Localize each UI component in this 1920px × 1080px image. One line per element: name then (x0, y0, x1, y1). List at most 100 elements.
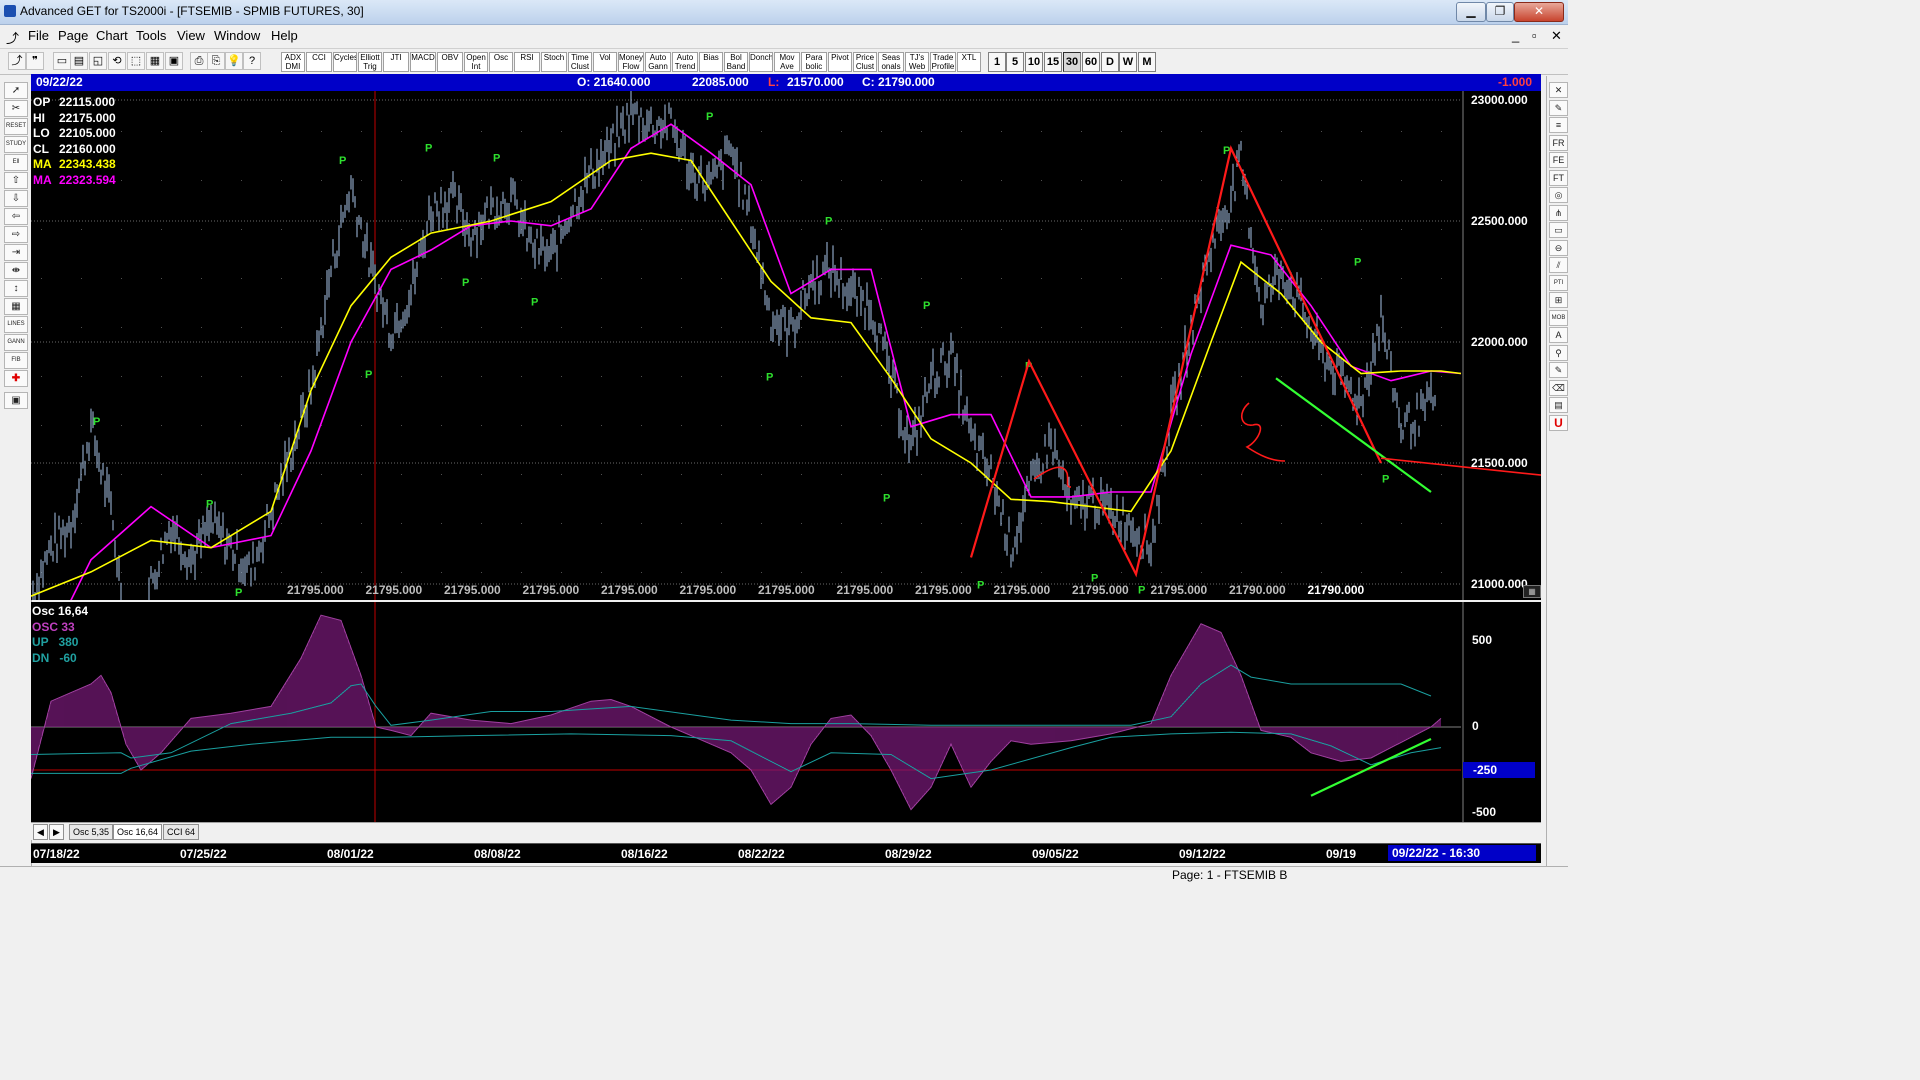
gann-grid-icon[interactable]: ⊞ (1549, 292, 1568, 308)
timeframe-button-30[interactable]: 30 (1063, 52, 1081, 72)
timeframe-button-10[interactable]: 10 (1025, 52, 1043, 72)
study-button-auto-trend[interactable]: Auto Trend (672, 52, 698, 72)
timeframe-button-m[interactable]: M (1138, 52, 1156, 72)
chart-settings-icon[interactable]: ▦ (1523, 585, 1541, 598)
mdi-close-button[interactable]: ✕ (1551, 28, 1562, 44)
tab-cci-64[interactable]: CCI 64 (163, 824, 200, 840)
compress-icon[interactable]: ⇥ (4, 244, 28, 261)
study-button-macd[interactable]: MACD (410, 52, 436, 72)
scroll-up-icon[interactable]: ⇧ (4, 172, 28, 189)
scroll-left-icon[interactable]: ⇦ (4, 208, 28, 225)
circle-tool-icon[interactable]: ◎ (1549, 187, 1568, 203)
timeframe-button-d[interactable]: D (1101, 52, 1119, 72)
mdi-minimize-button[interactable]: _ (1512, 28, 1519, 43)
oscillator-chart[interactable]: Osc 16,64 OSC 33 UP 380 DN -60 500 0 -250 -500 (31, 602, 1541, 822)
print-setup-icon[interactable]: ⎘ (207, 52, 225, 70)
tab-scroll-right[interactable]: ▶ (49, 824, 64, 840)
multi-line-icon[interactable]: ≡ (1549, 117, 1568, 133)
fib-icon[interactable]: FIB (4, 352, 28, 369)
zoom-icon[interactable]: ⚲ (1549, 344, 1568, 361)
study-button-mov-ave[interactable]: Mov Ave (774, 52, 800, 72)
fib-time-icon[interactable]: FT (1549, 169, 1568, 186)
app-menu-icon[interactable]: ⤴ (6, 28, 19, 47)
price-chart-canvas[interactable]: PPPPPPPPPPPPPPPPPPPPPP (31, 91, 1541, 600)
study-button-pivot[interactable]: Pivot (828, 52, 852, 72)
tab-scroll-left[interactable]: ◀ (33, 824, 48, 840)
expand-icon[interactable]: ⇼ (4, 262, 28, 279)
menu-file[interactable]: File (28, 28, 49, 43)
study-button-xtl[interactable]: XTL (957, 52, 981, 72)
study-button-price-clust[interactable]: Price Clust (853, 52, 877, 72)
timeframe-button-60[interactable]: 60 (1082, 52, 1100, 72)
study-button-bol-band[interactable]: Bol Band (724, 52, 748, 72)
study-button-cycles[interactable]: Cycles (333, 52, 357, 72)
restore-button[interactable]: ❐ (1486, 2, 1514, 22)
paste-icon[interactable]: ⬚ (127, 52, 145, 70)
magnet-icon[interactable]: U (1549, 414, 1568, 431)
scroll-down-icon[interactable]: ⇩ (4, 190, 28, 207)
reset-icon[interactable]: RESET (4, 118, 28, 135)
study-button-jti[interactable]: JTI (383, 52, 409, 72)
settings-icon[interactable]: ▣ (165, 52, 183, 70)
snapshot-icon[interactable]: ▣ (4, 392, 28, 409)
pen-icon[interactable]: ✎ (1549, 99, 1568, 116)
study-button-seas-onals[interactable]: Seas onals (878, 52, 904, 72)
study-button-elliott-trig[interactable]: Elliott Trig (358, 52, 382, 72)
lines-icon[interactable]: LINES (4, 316, 28, 333)
price-chart[interactable]: PPPPPPPPPPPPPPPPPPPPPP OP22115.000HI2217… (31, 91, 1541, 600)
grid-tool-icon[interactable]: ▦ (4, 298, 28, 315)
scale-icon[interactable]: ↕ (4, 280, 28, 297)
study-button-donch[interactable]: Donch (749, 52, 773, 72)
cursor-icon[interactable]: ⤴ (8, 52, 26, 70)
study-button-adx-dmi[interactable]: ADX DMI (281, 52, 305, 72)
close-drawing-icon[interactable]: ✕ (1549, 82, 1568, 98)
timeframe-button-w[interactable]: W (1119, 52, 1137, 72)
fib-retrace-icon[interactable]: FR (1549, 134, 1568, 151)
channel-tool-icon[interactable]: ⫽ (1549, 257, 1568, 273)
close-button[interactable]: ✕ (1514, 2, 1564, 22)
crosshair-icon[interactable]: ✚ (4, 370, 28, 387)
eraser-icon[interactable]: ⌫ (1549, 379, 1568, 396)
mob-icon[interactable]: MOB (1549, 309, 1568, 326)
paint-icon[interactable]: ✎ (1549, 362, 1568, 378)
mdi-restore-button[interactable]: ▫ (1532, 28, 1537, 43)
study-button-cci[interactable]: CCI (306, 52, 332, 72)
menu-chart[interactable]: Chart (96, 28, 128, 43)
elliott-icon[interactable]: Ell (4, 154, 28, 171)
oscillator-canvas[interactable] (31, 602, 1541, 822)
timeframe-button-15[interactable]: 15 (1044, 52, 1062, 72)
study-icon[interactable]: STUDY (4, 136, 28, 153)
notes-icon[interactable]: ❞ (26, 52, 44, 70)
grid-icon[interactable]: ▦ (146, 52, 164, 70)
copy-icon[interactable]: ◱ (89, 52, 107, 70)
ellipse-tool-icon[interactable]: ⊖ (1549, 239, 1568, 256)
study-button-money-flow[interactable]: Money Flow (618, 52, 644, 72)
calendar-icon[interactable]: ▤ (1549, 397, 1568, 413)
new-page-icon[interactable]: ▭ (53, 52, 71, 70)
study-button-rsi[interactable]: RSI (514, 52, 540, 72)
gann-icon[interactable]: GANN (4, 334, 28, 351)
tab-osc-5-35[interactable]: Osc 5,35 (69, 824, 114, 840)
study-button-open-int[interactable]: Open Int (464, 52, 488, 72)
study-button-vol[interactable]: Vol (593, 52, 617, 72)
text-tool-icon[interactable]: A (1549, 327, 1568, 343)
study-button-auto-gann[interactable]: Auto Gann (645, 52, 671, 72)
study-button-bias[interactable]: Bias (699, 52, 723, 72)
minimize-button[interactable]: ▁ (1456, 2, 1486, 22)
study-button-stoch[interactable]: Stoch (541, 52, 567, 72)
menu-help[interactable]: Help (271, 28, 298, 43)
idea-icon[interactable]: 💡 (225, 52, 243, 70)
study-button-trade-profile[interactable]: Trade Profile (930, 52, 956, 72)
study-button-osc[interactable]: Osc (489, 52, 513, 72)
menu-tools[interactable]: Tools (136, 28, 166, 43)
tab-osc-16-64[interactable]: Osc 16,64 (113, 824, 163, 840)
open-icon[interactable]: ▤ (70, 52, 88, 70)
fib-extend-icon[interactable]: FE (1549, 152, 1568, 168)
timeframe-button-5[interactable]: 5 (1006, 52, 1024, 72)
link-icon[interactable]: ⟲ (108, 52, 126, 70)
box-tool-icon[interactable]: ▭ (1549, 222, 1568, 238)
study-button-tj-s-web[interactable]: TJ's Web (905, 52, 929, 72)
print-icon[interactable]: ⎙ (190, 52, 208, 70)
study-button-para-bolic[interactable]: Para bolic (801, 52, 827, 72)
menu-view[interactable]: View (177, 28, 205, 43)
